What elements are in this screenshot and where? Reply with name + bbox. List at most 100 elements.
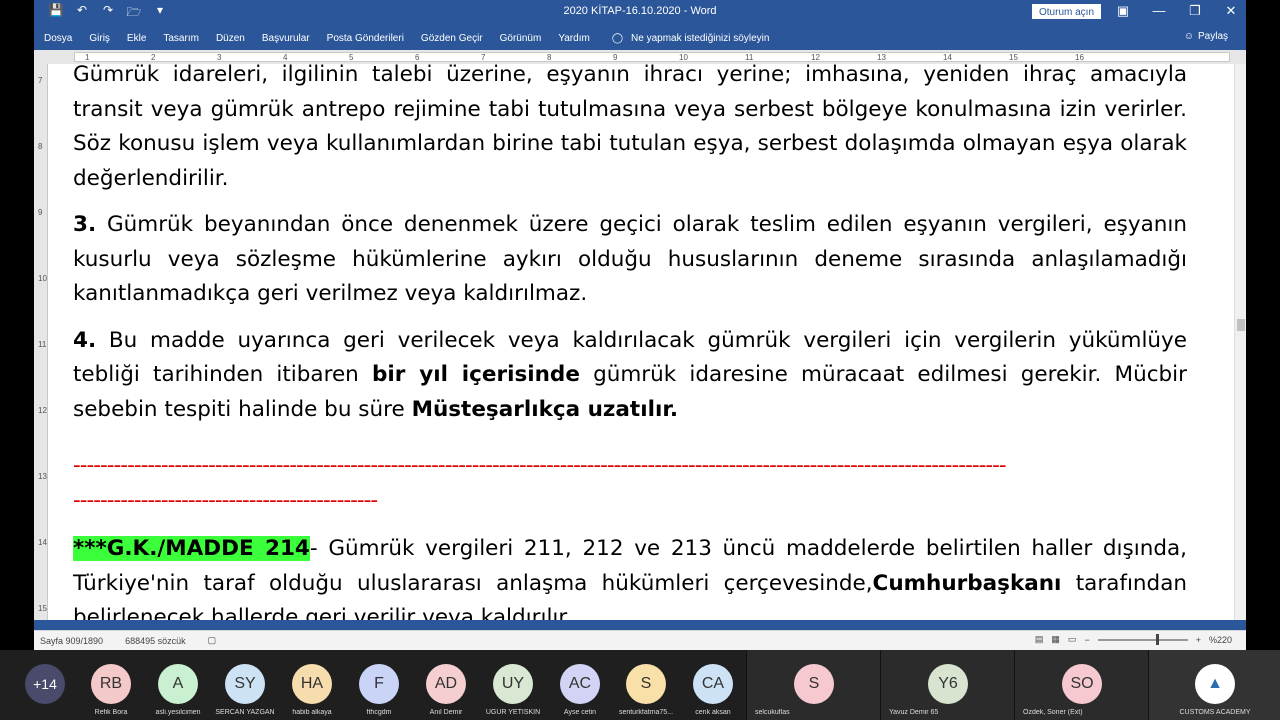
participant-name: Anıl Demir: [429, 709, 463, 716]
participant-name: Ayse cetin: [563, 709, 597, 716]
lightbulb-icon: ◯: [611, 32, 624, 44]
zoom-level[interactable]: %220: [1209, 635, 1232, 645]
more-count: +14: [25, 664, 65, 704]
zoom-control: ▤ ▦ ▭ − + %220: [1035, 633, 1232, 645]
participant-name: UGUR YETISKIN: [485, 709, 541, 716]
undo-icon[interactable]: ↶: [74, 3, 90, 24]
tab-yardim[interactable]: Yardım: [558, 33, 590, 44]
ribbon-tabs: Dosya Giriş Ekle Tasarım Düzen Başvurula…: [34, 26, 1246, 50]
proofing-icon[interactable]: ▢: [208, 635, 217, 646]
ruler-number: 10: [38, 274, 47, 283]
participant[interactable]: HA habib alkaya: [279, 650, 345, 720]
avatar: S: [626, 664, 666, 704]
participant-name: cenk aksan: [695, 709, 731, 716]
horizontal-ruler[interactable]: 1 2 3 4 5 6 7 8 9 10 11 12 13 14 15 16: [74, 52, 1230, 62]
horizontal-ruler-area: 1 2 3 4 5 6 7 8 9 10 11 12 13 14 15 16: [34, 50, 1246, 64]
ruler-number: 8: [547, 53, 552, 62]
word-count[interactable]: 688495 sözcük: [125, 636, 186, 646]
tab-gorunum[interactable]: Görünüm: [500, 33, 542, 44]
tab-giris[interactable]: Giriş: [89, 33, 110, 44]
signin-button[interactable]: Oturum açın: [1032, 4, 1102, 19]
document-page[interactable]: Gümrük idareleri, ilgilinin talebi üzeri…: [48, 64, 1234, 620]
participant[interactable]: SY SERCAN YAZGAN: [212, 650, 278, 720]
web-layout-icon[interactable]: ▭: [1068, 634, 1077, 645]
avatar: A: [158, 664, 198, 704]
ruler-number: 13: [877, 53, 886, 62]
customize-icon[interactable]: ▾: [152, 3, 168, 24]
tab-tasarim[interactable]: Tasarım: [163, 33, 199, 44]
participant[interactable]: Ffthcgdm: [346, 650, 412, 720]
tab-basvurular[interactable]: Başvurular: [262, 33, 310, 44]
participant[interactable]: Aasli.yesilcimen: [145, 650, 211, 720]
ruler-number: 3: [217, 53, 222, 62]
restore-icon[interactable]: ❐: [1188, 3, 1202, 19]
paragraph-number: 3.: [73, 212, 97, 237]
vertical-scrollbar[interactable]: [1234, 64, 1246, 620]
participant-name: fthcgdm: [366, 709, 392, 716]
ribbon-display-icon[interactable]: ▣: [1116, 3, 1130, 19]
window-controls: ▣ — ❐ ✕: [1116, 3, 1238, 19]
zoom-slider[interactable]: [1097, 633, 1188, 645]
participant[interactable]: RB Refik Bora: [78, 650, 144, 720]
zoom-in-icon[interactable]: +: [1196, 635, 1201, 645]
participant-tile[interactable]: Sselcukuflas: [746, 650, 880, 720]
red-dash-line: ----------------------------------------…: [73, 453, 1007, 478]
share-label: Paylaş: [1197, 31, 1228, 42]
minimize-icon[interactable]: —: [1152, 3, 1166, 19]
ruler-number: 7: [481, 53, 486, 62]
participants-bar: +14 RB Refik Bora Aasli.yesilcimen SY SERC…: [0, 650, 1280, 720]
ruler-number: 14: [943, 53, 952, 62]
participant-tile[interactable]: SO Ozdek, Soner (Ext): [1014, 650, 1148, 720]
participant-tile[interactable]: ▲ CUSTOMS ACADEMY: [1148, 650, 1280, 720]
avatar: AD: [426, 664, 466, 704]
paragraph-text: Gümrük beyanından önce denenmek üzere ge…: [73, 212, 1187, 306]
avatar: CA: [693, 664, 733, 704]
page-count[interactable]: Sayfa 909/1890: [40, 636, 103, 646]
tab-ekle[interactable]: Ekle: [127, 33, 146, 44]
avatar: AC: [560, 664, 600, 704]
document-area: 7 8 9 10 11 12 13 14 15 Gümrük idareleri…: [34, 64, 1246, 620]
print-layout-icon[interactable]: ▦: [1051, 634, 1060, 645]
participant[interactable]: UY UGUR YETISKIN: [480, 650, 546, 720]
ruler-number: 5: [349, 53, 354, 62]
avatar: HA: [292, 664, 332, 704]
status-bar: Sayfa 909/1890 688495 sözcük ▢ ▤ ▦ ▭ − +…: [34, 630, 1246, 650]
zoom-out-icon[interactable]: −: [1084, 635, 1089, 645]
participant[interactable]: AD Anıl Demir: [413, 650, 479, 720]
ruler-number: 14: [38, 538, 47, 547]
avatar: RB: [91, 664, 131, 704]
read-mode-icon[interactable]: ▤: [1035, 634, 1044, 645]
ruler-number: 8: [38, 142, 43, 151]
scrollbar-thumb[interactable]: [1237, 319, 1245, 331]
participant-tile[interactable]: Y6 Yavuz Demir 65: [880, 650, 1014, 720]
more-participants-button[interactable]: +14: [12, 650, 78, 720]
ruler-number: 11: [38, 340, 47, 349]
paragraph-1: Gümrük idareleri, ilgilinin talebi üzeri…: [73, 64, 1187, 191]
participant[interactable]: Ssenturkfatma75...: [613, 650, 679, 720]
close-icon[interactable]: ✕: [1224, 3, 1238, 19]
open-folder-icon[interactable]: 🗁: [126, 3, 142, 24]
tab-duzen[interactable]: Düzen: [216, 33, 245, 44]
participant-name: SERCAN YAZGAN: [215, 709, 275, 716]
share-button[interactable]: ☺ Paylaş: [1184, 31, 1228, 42]
tell-me-box[interactable]: ◯ Ne yapmak istediğinizi söyleyin: [612, 33, 770, 44]
ruler-number: 10: [679, 53, 688, 62]
paragraph-3: 3. Gümrük beyanından önce denenmek üzere…: [73, 208, 1187, 312]
document-body[interactable]: Gümrük idareleri, ilgilinin talebi üzeri…: [73, 64, 1187, 620]
tab-posta[interactable]: Posta Gönderileri: [327, 33, 404, 44]
participant[interactable]: AC Ayse cetin: [547, 650, 613, 720]
redo-icon[interactable]: ↷: [100, 3, 116, 24]
participant-name: selcukuflas: [755, 709, 790, 716]
tab-dosya[interactable]: Dosya: [44, 33, 72, 44]
ruler-number: 11: [745, 53, 754, 62]
tab-gozden-gecir[interactable]: Gözden Geçir: [421, 33, 483, 44]
participant[interactable]: CA cenk aksan: [680, 650, 746, 720]
participant-name: habib alkaya: [292, 709, 332, 716]
zoom-slider-knob[interactable]: [1155, 633, 1159, 645]
vertical-ruler[interactable]: 7 8 9 10 11 12 13 14 15: [34, 64, 48, 620]
bold-text: Cumhurbaşkanı: [872, 570, 1062, 596]
avatar: F: [359, 664, 399, 704]
participant-name: Ozdek, Soner (Ext): [1023, 709, 1083, 716]
save-icon[interactable]: 💾: [48, 3, 64, 24]
ruler-number: 12: [38, 406, 47, 415]
